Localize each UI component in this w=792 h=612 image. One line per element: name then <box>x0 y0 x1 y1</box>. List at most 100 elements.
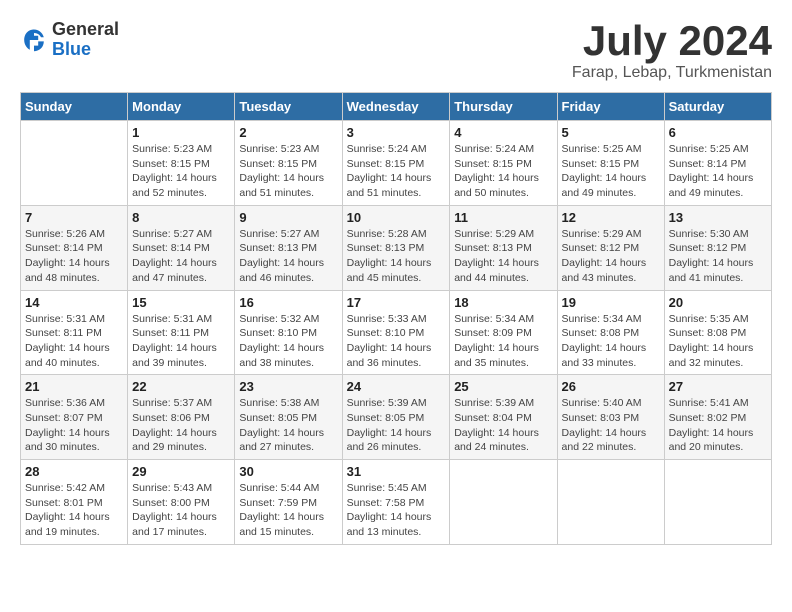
day-info: Sunrise: 5:25 AMSunset: 8:15 PMDaylight:… <box>562 142 660 201</box>
calendar-cell <box>557 460 664 545</box>
calendar-cell: 31 Sunrise: 5:45 AMSunset: 7:58 PMDayligh… <box>342 460 450 545</box>
day-info: Sunrise: 5:33 AMSunset: 8:10 PMDaylight:… <box>347 312 446 371</box>
day-info: Sunrise: 5:42 AMSunset: 8:01 PMDaylight:… <box>25 481 123 540</box>
calendar-cell: 26Sunrise: 5:40 AMSunset: 8:03 PMDayligh… <box>557 375 664 460</box>
day-info: Sunrise: 5:39 AMSunset: 8:05 PMDaylight:… <box>347 396 446 455</box>
day-number: 5 <box>562 125 660 140</box>
day-info: Sunrise: 5:43 AMSunset: 8:00 PMDaylight:… <box>132 481 230 540</box>
day-number: 21 <box>25 379 123 394</box>
day-number: 28 <box>25 464 123 479</box>
day-number: 22 <box>132 379 230 394</box>
calendar-cell: 23 Sunrise: 5:38 AMSunset: 8:05 PMDayligh… <box>235 375 342 460</box>
day-info: Sunrise: 5:29 AMSunset: 8:12 PMDaylight:… <box>562 227 660 286</box>
calendar-cell: 5 Sunrise: 5:25 AMSunset: 8:15 PMDaylight… <box>557 121 664 206</box>
day-number: 6 <box>669 125 767 140</box>
day-number: 14 <box>25 295 123 310</box>
day-number: 8 <box>132 210 230 225</box>
day-info: Sunrise: 5:24 AMSunset: 8:15 PMDaylight:… <box>454 142 552 201</box>
calendar-cell: 9 Sunrise: 5:27 AMSunset: 8:13 PMDaylight… <box>235 205 342 290</box>
day-number: 19 <box>562 295 660 310</box>
calendar-week-row: 21 Sunrise: 5:36 AMSunset: 8:07 PMDayligh… <box>21 375 772 460</box>
calendar-cell: 8Sunrise: 5:27 AMSunset: 8:14 PMDaylight… <box>128 205 235 290</box>
title-section: July 2024 Farap, Lebap, Turkmenistan <box>572 20 772 82</box>
calendar-cell: 21 Sunrise: 5:36 AMSunset: 8:07 PMDayligh… <box>21 375 128 460</box>
day-number: 27 <box>669 379 767 394</box>
day-number: 24 <box>347 379 446 394</box>
calendar-cell: 2Sunrise: 5:23 AMSunset: 8:15 PMDaylight… <box>235 121 342 206</box>
logo: General Blue <box>20 20 119 60</box>
calendar-cell: 19Sunrise: 5:34 AMSunset: 8:08 PMDayligh… <box>557 290 664 375</box>
calendar-day-header: Friday <box>557 93 664 121</box>
day-number: 11 <box>454 210 552 225</box>
calendar-cell: 10 Sunrise: 5:28 AMSunset: 8:13 PMDayligh… <box>342 205 450 290</box>
calendar-day-header: Tuesday <box>235 93 342 121</box>
day-number: 1 <box>132 125 230 140</box>
day-info: Sunrise: 5:44 AMSunset: 7:59 PMDaylight:… <box>239 481 337 540</box>
day-number: 10 <box>347 210 446 225</box>
calendar-cell: 6 Sunrise: 5:25 AMSunset: 8:14 PMDaylight… <box>664 121 771 206</box>
calendar-cell: 15 Sunrise: 5:31 AMSunset: 8:11 PMDayligh… <box>128 290 235 375</box>
day-info: Sunrise: 5:32 AMSunset: 8:10 PMDaylight:… <box>239 312 337 371</box>
calendar-cell: 12 Sunrise: 5:29 AMSunset: 8:12 PMDayligh… <box>557 205 664 290</box>
logo-icon <box>20 26 48 54</box>
calendar-cell: 22Sunrise: 5:37 AMSunset: 8:06 PMDayligh… <box>128 375 235 460</box>
calendar-cell: 30 Sunrise: 5:44 AMSunset: 7:59 PMDayligh… <box>235 460 342 545</box>
calendar-cell: 13Sunrise: 5:30 AMSunset: 8:12 PMDayligh… <box>664 205 771 290</box>
day-number: 9 <box>239 210 337 225</box>
calendar-week-row: 1 Sunrise: 5:23 AMSunset: 8:15 PMDaylight… <box>21 121 772 206</box>
day-number: 26 <box>562 379 660 394</box>
calendar-cell: 14Sunrise: 5:31 AMSunset: 8:11 PMDayligh… <box>21 290 128 375</box>
calendar: SundayMondayTuesdayWednesdayThursdayFrid… <box>20 92 772 545</box>
calendar-cell: 1 Sunrise: 5:23 AMSunset: 8:15 PMDaylight… <box>128 121 235 206</box>
calendar-cell: 11 Sunrise: 5:29 AMSunset: 8:13 PMDayligh… <box>450 205 557 290</box>
calendar-header-row: SundayMondayTuesdayWednesdayThursdayFrid… <box>21 93 772 121</box>
page-header: General Blue July 2024 Farap, Lebap, Tur… <box>20 20 772 82</box>
day-info: Sunrise: 5:41 AMSunset: 8:02 PMDaylight:… <box>669 396 767 455</box>
calendar-cell <box>21 121 128 206</box>
logo-text: General Blue <box>52 20 119 60</box>
day-number: 15 <box>132 295 230 310</box>
calendar-day-header: Saturday <box>664 93 771 121</box>
calendar-day-header: Sunday <box>21 93 128 121</box>
calendar-cell: 18Sunrise: 5:34 AMSunset: 8:09 PMDayligh… <box>450 290 557 375</box>
day-info: Sunrise: 5:35 AMSunset: 8:08 PMDaylight:… <box>669 312 767 371</box>
day-info: Sunrise: 5:31 AMSunset: 8:11 PMDaylight:… <box>132 312 230 371</box>
calendar-cell <box>450 460 557 545</box>
calendar-day-header: Wednesday <box>342 93 450 121</box>
day-info: Sunrise: 5:36 AMSunset: 8:07 PMDaylight:… <box>25 396 123 455</box>
day-info: Sunrise: 5:24 AMSunset: 8:15 PMDaylight:… <box>347 142 446 201</box>
day-info: Sunrise: 5:23 AMSunset: 8:15 PMDaylight:… <box>132 142 230 201</box>
day-number: 16 <box>239 295 337 310</box>
calendar-cell: 20 Sunrise: 5:35 AMSunset: 8:08 PMDayligh… <box>664 290 771 375</box>
day-info: Sunrise: 5:26 AMSunset: 8:14 PMDaylight:… <box>25 227 123 286</box>
subtitle: Farap, Lebap, Turkmenistan <box>572 64 772 82</box>
calendar-cell: 3 Sunrise: 5:24 AMSunset: 8:15 PMDaylight… <box>342 121 450 206</box>
calendar-day-header: Thursday <box>450 93 557 121</box>
day-number: 31 <box>347 464 446 479</box>
day-number: 2 <box>239 125 337 140</box>
day-info: Sunrise: 5:45 AMSunset: 7:58 PMDaylight:… <box>347 481 446 540</box>
day-number: 23 <box>239 379 337 394</box>
day-info: Sunrise: 5:27 AMSunset: 8:13 PMDaylight:… <box>239 227 337 286</box>
calendar-cell: 25Sunrise: 5:39 AMSunset: 8:04 PMDayligh… <box>450 375 557 460</box>
calendar-cell: 17 Sunrise: 5:33 AMSunset: 8:10 PMDayligh… <box>342 290 450 375</box>
calendar-cell: 7 Sunrise: 5:26 AMSunset: 8:14 PMDaylight… <box>21 205 128 290</box>
day-info: Sunrise: 5:30 AMSunset: 8:12 PMDaylight:… <box>669 227 767 286</box>
day-info: Sunrise: 5:29 AMSunset: 8:13 PMDaylight:… <box>454 227 552 286</box>
day-info: Sunrise: 5:25 AMSunset: 8:14 PMDaylight:… <box>669 142 767 201</box>
day-info: Sunrise: 5:28 AMSunset: 8:13 PMDaylight:… <box>347 227 446 286</box>
day-number: 7 <box>25 210 123 225</box>
day-number: 30 <box>239 464 337 479</box>
day-number: 12 <box>562 210 660 225</box>
day-number: 17 <box>347 295 446 310</box>
day-number: 29 <box>132 464 230 479</box>
calendar-cell: 29 Sunrise: 5:43 AMSunset: 8:00 PMDayligh… <box>128 460 235 545</box>
day-info: Sunrise: 5:38 AMSunset: 8:05 PMDaylight:… <box>239 396 337 455</box>
day-number: 25 <box>454 379 552 394</box>
day-number: 20 <box>669 295 767 310</box>
day-number: 3 <box>347 125 446 140</box>
calendar-cell: 16 Sunrise: 5:32 AMSunset: 8:10 PMDayligh… <box>235 290 342 375</box>
calendar-cell: 27 Sunrise: 5:41 AMSunset: 8:02 PMDayligh… <box>664 375 771 460</box>
day-number: 4 <box>454 125 552 140</box>
calendar-week-row: 7 Sunrise: 5:26 AMSunset: 8:14 PMDaylight… <box>21 205 772 290</box>
